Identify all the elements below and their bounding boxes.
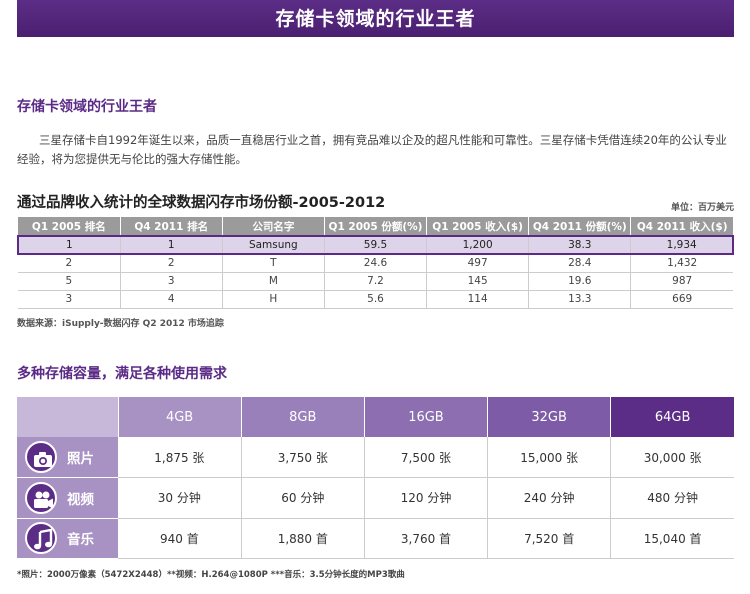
table-cell: 60 分钟: [241, 477, 365, 519]
camera-icon: [25, 441, 57, 473]
page-banner: 存储卡领域的行业王者: [17, 0, 734, 37]
capacity-size-header: 4GB: [118, 397, 242, 437]
capacity-header-row: 4GB 8GB 16GB 32GB 64GB: [17, 397, 734, 437]
table-row: 3 4 H 5.6 114 13.3 669: [18, 290, 733, 309]
table-cell: 59.5: [324, 235, 428, 255]
column-header: Q4 2011 份额(%): [528, 217, 632, 236]
row-label: 视频: [67, 491, 94, 508]
table-cell: 1,880 首: [241, 518, 365, 559]
table-cell: 1,200: [426, 235, 530, 255]
capacity-row-photo: 照片 1,875 张 3,750 张 7,500 张 15,000 张 30,0…: [17, 437, 734, 478]
table-cell: 240 分钟: [487, 477, 612, 519]
intro-paragraph: 三星存储卡自1992年诞生以来，品质一直稳居行业之首，拥有竞品难以企及的超凡性能…: [17, 133, 727, 166]
table-cell: 7,520 首: [487, 518, 612, 559]
table-cell: T: [222, 254, 325, 273]
capacity-table: 4GB 8GB 16GB 32GB 64GB 照片 1,875 张 3,750 …: [17, 397, 734, 559]
table-row-highlighted: 1 1 Samsung 59.5 1,200 38.3 1,934: [16, 235, 735, 255]
table-cell: 2: [18, 254, 121, 273]
table-cell: 669: [630, 290, 733, 309]
table-cell: 2: [120, 254, 223, 273]
table-cell: 28.4: [528, 254, 632, 273]
unit-label: 单位：百万美元: [670, 203, 734, 213]
capacity-size-header: 32GB: [487, 397, 612, 437]
table-cell: 145: [426, 272, 530, 291]
table-cell: 114: [426, 290, 530, 309]
table-cell: 120 分钟: [364, 477, 489, 519]
table-cell: 38.3: [528, 235, 632, 255]
table-cell: 5.6: [324, 290, 428, 309]
capacity-size-header: 64GB: [610, 397, 734, 437]
table-cell: 1,432: [630, 254, 733, 273]
market-share-table: Q1 2005 排名 Q4 2011 排名 公司名字 Q1 2005 份额(%)…: [16, 217, 735, 309]
table-cell: 5: [18, 272, 121, 291]
table-cell: 1: [120, 235, 223, 255]
table-cell: 3,760 首: [364, 518, 489, 559]
capacity-row-music: 音乐 940 首 1,880 首 3,760 首 7,520 首 15,040 …: [17, 518, 734, 559]
table-cell: 3: [18, 290, 121, 309]
row-label: 音乐: [67, 532, 94, 549]
table-cell: 13.3: [528, 290, 632, 309]
data-source-note: 数据来源：iSupply-数据闪存 Q2 2012 市场追踪: [17, 319, 224, 329]
market-heading: 通过品牌收入统计的全球数据闪存市场份额-2005-2012: [17, 195, 386, 211]
row-label: 照片: [67, 451, 94, 467]
capacity-footnote: *照片：2000万像素（5472X2448）**视频：H.264@1080P *…: [17, 570, 405, 580]
table-cell: 497: [426, 254, 530, 273]
intro-heading: 存储卡领域的行业王者: [17, 99, 157, 115]
column-header: 公司名字: [222, 217, 325, 236]
table-cell: H: [222, 290, 325, 309]
table-cell: 1,934: [630, 235, 735, 255]
table-cell: 3,750 张: [241, 437, 365, 478]
capacity-size-header: 16GB: [364, 397, 489, 437]
column-header: Q1 2005 排名: [18, 217, 121, 236]
table-row: 2 2 T 24.6 497 28.4 1,432: [18, 254, 733, 273]
table-cell: 30 分钟: [118, 477, 242, 519]
table-cell: 4: [120, 290, 223, 309]
row-header: 音乐: [17, 518, 118, 559]
table-cell: 19.6: [528, 272, 632, 291]
corner-cell: [17, 397, 119, 437]
table-cell: 7,500 张: [364, 437, 489, 478]
music-note-icon: [25, 522, 57, 555]
table-header-row: Q1 2005 排名 Q4 2011 排名 公司名字 Q1 2005 份额(%)…: [18, 217, 733, 236]
table-cell: 1,875 张: [118, 437, 242, 478]
table-cell: Samsung: [222, 235, 325, 255]
table-cell: 480 分钟: [610, 477, 734, 519]
table-row: 5 3 M 7.2 145 19.6 987: [18, 272, 733, 291]
table-cell: 987: [630, 272, 733, 291]
table-cell: 15,000 张: [487, 437, 612, 478]
row-header: 视频: [17, 477, 118, 519]
table-cell: M: [222, 272, 325, 291]
capacity-size-header: 8GB: [241, 397, 365, 437]
table-cell: 940 首: [118, 518, 242, 559]
table-cell: 15,040 首: [610, 518, 734, 559]
column-header: Q1 2005 收入($): [426, 217, 530, 236]
table-cell: 24.6: [324, 254, 428, 273]
capacity-heading: 多种存储容量，满足各种使用需求: [17, 366, 227, 382]
column-header: Q1 2005 份额(%): [324, 217, 428, 236]
capacity-row-video: 视频 30 分钟 60 分钟 120 分钟 240 分钟 480 分钟: [17, 477, 734, 519]
table-cell: 30,000 张: [610, 437, 734, 478]
video-camera-icon: [25, 481, 57, 514]
table-cell: 3: [120, 272, 223, 291]
row-header: 照片: [17, 437, 118, 478]
column-header: Q4 2011 排名: [120, 217, 223, 236]
table-cell: 7.2: [324, 272, 428, 291]
column-header: Q4 2011 收入($): [630, 217, 733, 236]
table-cell: 1: [16, 235, 121, 255]
